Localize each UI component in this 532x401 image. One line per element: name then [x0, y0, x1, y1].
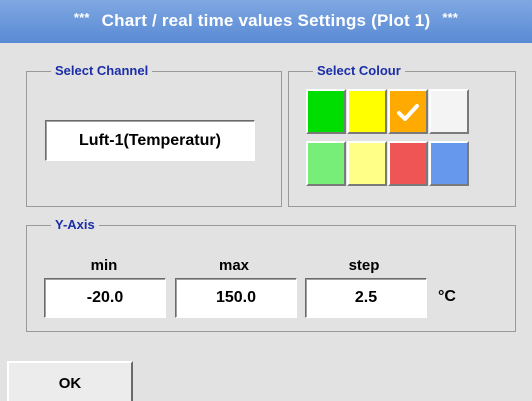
title-stars-right: ***	[442, 10, 459, 25]
unit-label: °C	[438, 288, 456, 305]
colour-swatch[interactable]	[429, 141, 469, 186]
select-channel-label: Select Channel	[51, 63, 153, 79]
colour-swatch[interactable]	[429, 89, 469, 134]
max-field[interactable]: 150.0	[175, 278, 297, 318]
window-title: Chart / real time values Settings (Plot …	[101, 10, 431, 30]
check-icon	[390, 91, 426, 132]
y-axis-label: Y-Axis	[51, 217, 99, 233]
min-label: min	[90, 257, 118, 274]
colour-swatch[interactable]	[347, 141, 387, 186]
colour-swatch[interactable]	[347, 89, 387, 134]
title-stars-left: ***	[73, 10, 90, 25]
colour-swatch[interactable]	[306, 89, 346, 134]
step-label: step	[348, 257, 380, 274]
ok-button[interactable]: OK	[7, 361, 133, 401]
min-field[interactable]: -20.0	[44, 278, 166, 318]
select-colour-label: Select Colour	[313, 63, 405, 79]
title-bar: *** Chart / real time values Settings (P…	[0, 0, 532, 43]
max-label: max	[218, 257, 250, 274]
colour-swatch[interactable]	[388, 141, 428, 186]
colour-swatch[interactable]	[306, 141, 346, 186]
channel-field[interactable]: Luft-1(Temperatur)	[45, 120, 255, 161]
colour-swatch[interactable]	[388, 89, 428, 134]
step-field[interactable]: 2.5	[305, 278, 427, 318]
